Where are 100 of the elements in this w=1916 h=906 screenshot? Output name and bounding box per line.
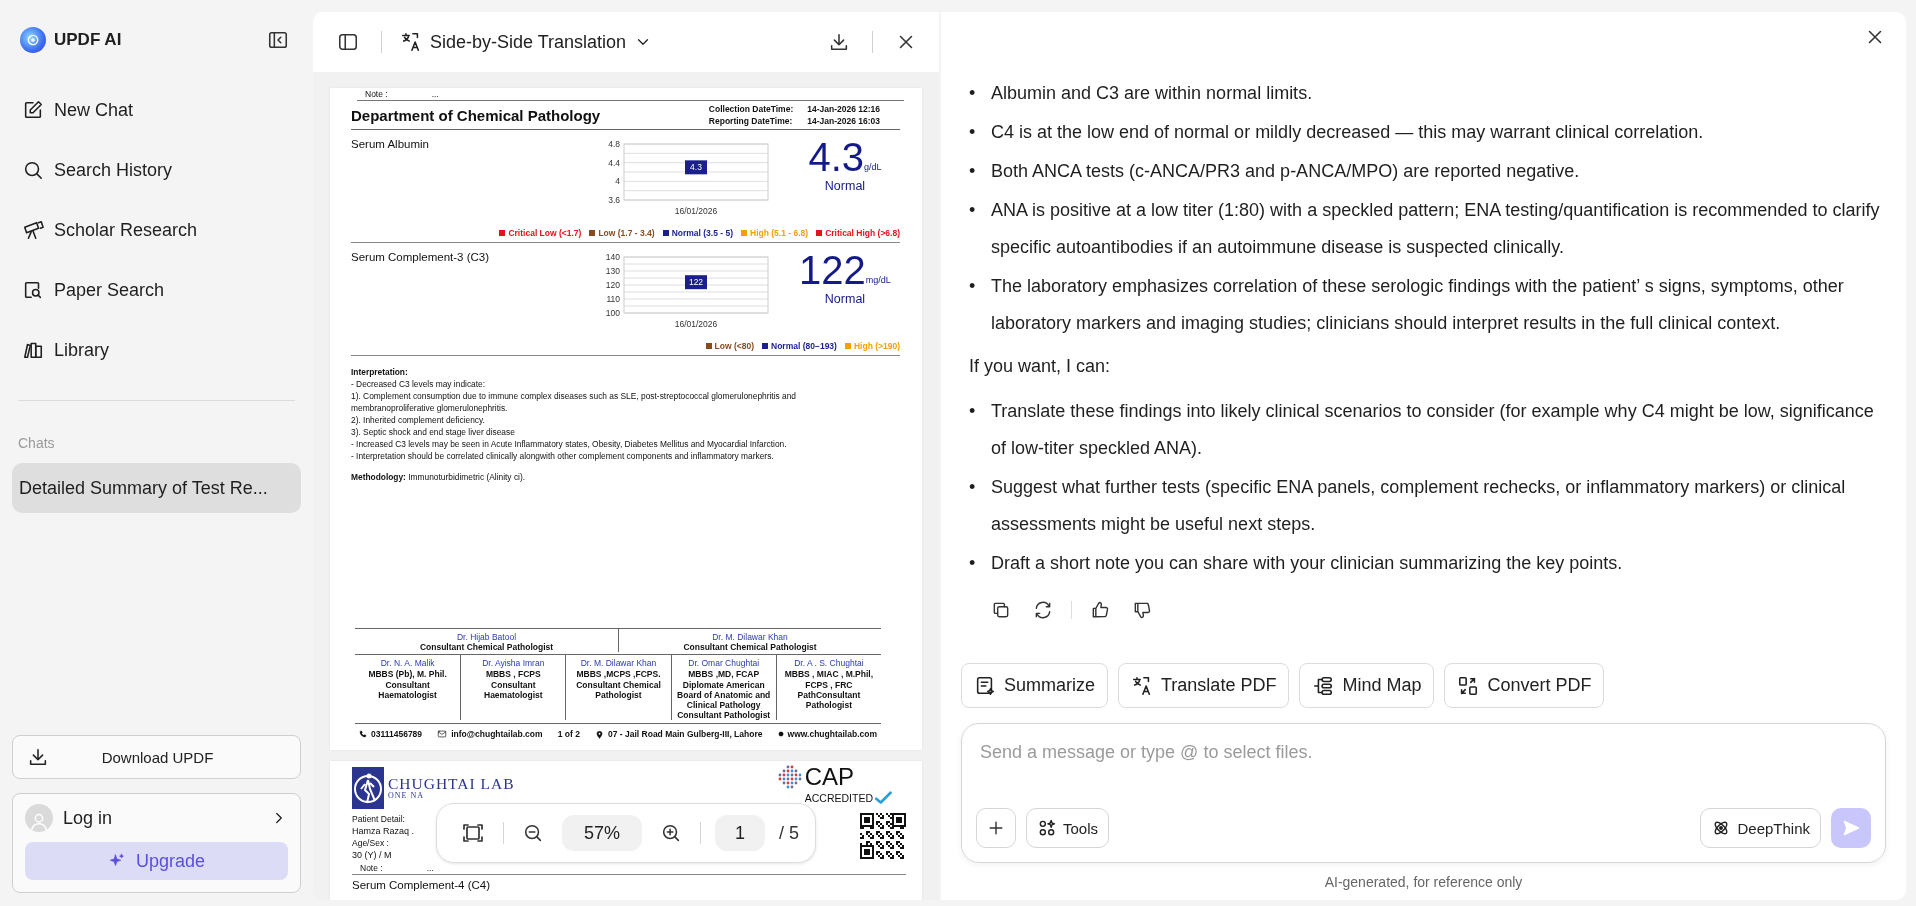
test-unit: mg/dL	[865, 275, 891, 285]
axis-tick-label: 3.6	[608, 195, 620, 205]
legend-label: Critical Low (<1.7)	[508, 228, 582, 238]
signatory-degrees: MBBS , FCPS	[485, 669, 541, 679]
convert-icon	[1457, 674, 1480, 697]
axis-tick-label: 4.4	[608, 157, 620, 168]
legend-label: High (5.1 - 6.8)	[750, 228, 809, 238]
tools-icon	[1037, 818, 1057, 838]
response-bullet: Both ANCA tests (c-ANCA/PR3 and p-ANCA/MPO) are reported negative.	[991, 160, 1581, 183]
response-text: If you want, I can:	[969, 355, 1112, 378]
axis-tick-label: 110	[606, 294, 620, 304]
translation-mode-dropdown[interactable]: Side-by-Side Translation	[400, 31, 653, 53]
zoom-in-icon	[660, 822, 682, 844]
test-name: Serum Albumin	[351, 138, 430, 152]
bullet-marker: •	[969, 82, 977, 105]
test-result: 122	[799, 251, 866, 289]
interpretation-text: - Increased C3 levels may be seen in Acute Inflammatory states, Obesity, Diabetes Mellitus and Myocardial Infarction.	[351, 438, 788, 450]
axis-category-label: 16/01/2026	[674, 319, 718, 329]
download-icon	[27, 746, 49, 768]
section-label: Chats	[18, 435, 56, 451]
sidebar-collapse-icon	[267, 29, 289, 51]
translate-icon	[400, 31, 422, 53]
send-icon	[1841, 818, 1861, 838]
quick-action-button[interactable]: Convert PDF	[1444, 663, 1605, 708]
nav-item[interactable]: Search History	[12, 140, 301, 200]
patient-label: Patient Detail:	[352, 813, 406, 825]
bullet-marker: •	[969, 121, 977, 144]
date-label: Reporting DateTime:	[708, 116, 794, 126]
legend-label: High (>190)	[853, 341, 900, 351]
message-input[interactable]: Send a message or type @ to select files.	[976, 738, 1871, 767]
zoom-level-field[interactable]: 57%	[562, 815, 642, 851]
lab-tagline: ONE NA	[388, 791, 425, 800]
thumbs-down-icon	[1132, 600, 1152, 620]
mind-map-icon	[1312, 674, 1335, 697]
response-bullet: ANA is positive at a low titer (1:80) with a speckled pattern; ENA testing/quantification is recommended to clarify specific autoantibodies if an autoimmune disease is suspected clinically.	[991, 199, 1881, 259]
test-status: Normal	[824, 179, 866, 193]
signatory-name: Dr. Ayisha Imran	[482, 658, 545, 668]
legend-label: Critical High (>6.8)	[825, 228, 900, 238]
signatory-degrees: MBBS , MIAC , M.Phil,	[784, 669, 874, 679]
signatory-title: Consultant Haematologist	[483, 680, 544, 700]
test-unit: g/dL	[864, 162, 882, 172]
location-pin-icon	[595, 729, 604, 739]
download-icon	[828, 31, 850, 53]
phone-number: 03111456789	[371, 729, 423, 739]
nav-item[interactable]: Library	[12, 320, 301, 380]
note-label: Note :	[365, 89, 388, 99]
lab-logo-icon	[352, 767, 384, 809]
app-logo-icon	[20, 27, 46, 53]
bullet-marker: •	[969, 199, 977, 222]
note-value: ...	[431, 89, 439, 99]
edit-icon	[22, 99, 44, 121]
nav-item[interactable]: New Chat	[12, 80, 301, 140]
data-point: 4.3	[685, 160, 707, 175]
quick-action-button[interactable]: Mind Map	[1299, 663, 1435, 708]
methodology-text: Methodology: Immunoturbidimetric (Alinity ci).	[351, 472, 527, 482]
disclaimer-text: AI-generated, for reference only	[1323, 872, 1524, 892]
summary-icon	[974, 674, 996, 697]
add-button[interactable]	[976, 808, 1016, 848]
address: 07 - Jail Road Main Gulberg-III, Lahore	[608, 729, 763, 739]
nav-item[interactable]: Paper Search	[12, 260, 301, 320]
deepthink-button[interactable]: DeepThink	[1700, 808, 1821, 848]
legend-label: Low (<80)	[714, 341, 754, 351]
interpretation-text: 2). Inherited complement deficiency.	[351, 414, 486, 426]
axis-tick-label: 120	[605, 280, 620, 290]
age-label: Age/Sex :	[352, 837, 390, 849]
download-button[interactable]: Download UPDF	[12, 735, 301, 779]
axis-category-label: 16/01/2026	[674, 206, 718, 216]
legend-label: Normal (3.5 - 5)	[671, 228, 734, 238]
signatory-title: Consultant Haematologist	[377, 680, 438, 700]
response-bullet: Translate these findings into likely clinical scenarios to consider (for example why C4 might be low, significance of low-titer speckled ANA).	[991, 400, 1875, 460]
mail-icon	[437, 729, 448, 739]
test-status: Normal	[824, 292, 866, 306]
login-button[interactable]: Log in	[25, 800, 288, 836]
legend-label: Low (1.7 - 3.4)	[598, 228, 655, 238]
fit-page-icon	[461, 821, 485, 845]
page-number-field[interactable]: 1	[715, 815, 765, 851]
quick-action-button[interactable]: Translate PDF	[1118, 663, 1290, 708]
website: www.chughtailab.com	[787, 729, 877, 739]
interpretation-text: 1). Complement consumption due to immune complex diseases such as SLE, post-streptococcal glomerulonephritis and membranoproliferative glomerulonephritis.	[351, 390, 798, 414]
qr-code-icon	[860, 813, 906, 859]
test-name: Serum Complement-4 (C4)	[352, 879, 492, 891]
signatory-title: Consultant Chemical Pathologist	[683, 642, 817, 652]
bullet-marker: •	[969, 552, 977, 575]
accreditation-name: CAP	[804, 765, 856, 789]
chat-history-item[interactable]: Detailed Summary of Test Re...	[12, 463, 301, 513]
quick-action-button[interactable]: Summarize	[961, 663, 1109, 708]
signatory-degrees: MBBS (Pb), M. Phil.	[368, 669, 447, 679]
search-icon	[22, 159, 44, 181]
tools-button[interactable]: Tools	[1026, 808, 1110, 848]
signatory-name: Dr. M. Dilawar Khan	[580, 658, 657, 668]
upgrade-button[interactable]: Upgrade	[25, 842, 288, 880]
nav-item[interactable]: Scholar Research	[12, 200, 301, 260]
refresh-icon	[1033, 600, 1053, 620]
signatory-title: Diplomate American Board of Anatomic and Clinical Pathology Consultant Pathologist	[676, 680, 772, 720]
zoom-out-icon	[522, 822, 544, 844]
data-label: 4.3	[690, 162, 703, 173]
page-total: / 5	[779, 822, 799, 844]
interpretation-text: - Interpretation should be correlated clinically alongwith other complement components and inflammatory markers.	[351, 450, 775, 462]
bullet-marker: •	[969, 476, 977, 499]
copy-icon	[991, 600, 1011, 620]
